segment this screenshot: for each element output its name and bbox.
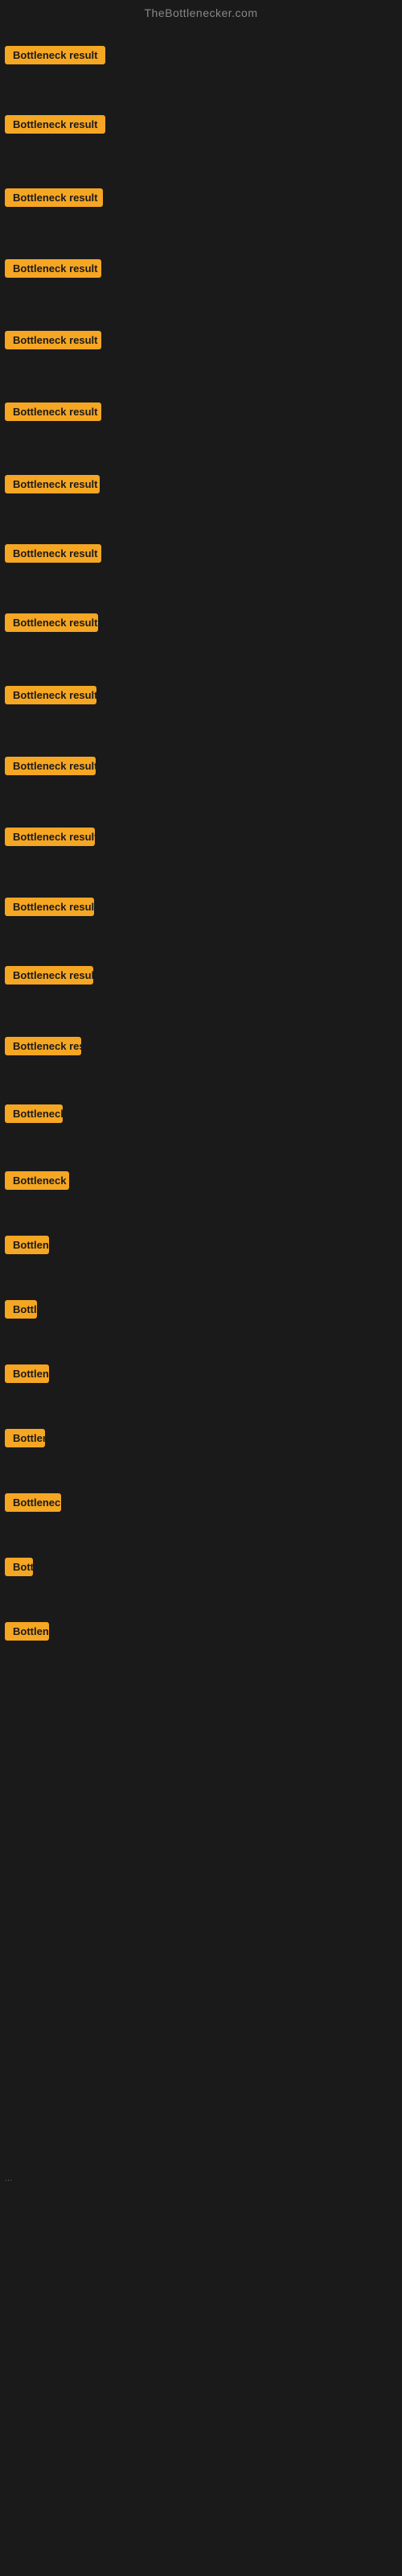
result-item-5: Bottleneck result — [5, 402, 101, 425]
bottleneck-badge-11[interactable]: Bottleneck result — [5, 828, 95, 846]
bottleneck-badge-15[interactable]: Bottleneck — [5, 1104, 63, 1123]
bottleneck-badge-2[interactable]: Bottleneck result — [5, 188, 103, 207]
result-item-14: Bottleneck res — [5, 1037, 81, 1059]
result-item-9: Bottleneck result — [5, 686, 96, 708]
site-header: TheBottlenecker.com — [0, 0, 402, 23]
bottleneck-badge-4[interactable]: Bottleneck result — [5, 331, 101, 349]
result-item-11: Bottleneck result — [5, 828, 95, 850]
bottleneck-badge-17[interactable]: Bottlene — [5, 1236, 49, 1254]
result-item-13: Bottleneck result — [5, 966, 93, 989]
result-item-23: Bottlene — [5, 1622, 49, 1645]
result-item-20: Bottlen — [5, 1429, 45, 1451]
result-item-6: Bottleneck result — [5, 475, 100, 497]
result-item-16: Bottleneck re — [5, 1171, 69, 1194]
result-item-3: Bottleneck result — [5, 259, 101, 282]
bottleneck-badge-13[interactable]: Bottleneck result — [5, 966, 93, 985]
result-item-0: Bottleneck result — [5, 46, 105, 68]
bottleneck-badge-3[interactable]: Bottleneck result — [5, 259, 101, 278]
result-item-21: Bottleneck — [5, 1493, 61, 1516]
result-item-22: Bott — [5, 1558, 33, 1580]
bottleneck-badge-1[interactable]: Bottleneck result — [5, 115, 105, 134]
bottleneck-badge-19[interactable]: Bottlene — [5, 1364, 49, 1383]
result-item-2: Bottleneck result — [5, 188, 103, 211]
result-item-1: Bottleneck result — [5, 115, 105, 138]
bottleneck-badge-14[interactable]: Bottleneck res — [5, 1037, 81, 1055]
ellipsis: ... — [5, 2174, 12, 2183]
result-item-7: Bottleneck result — [5, 544, 101, 567]
result-item-10: Bottleneck result — [5, 757, 96, 779]
result-item-19: Bottlene — [5, 1364, 49, 1387]
bottleneck-badge-6[interactable]: Bottleneck result — [5, 475, 100, 493]
result-item-18: Bottl — [5, 1300, 37, 1323]
result-item-8: Bottleneck result — [5, 613, 98, 636]
bottleneck-badge-10[interactable]: Bottleneck result — [5, 757, 96, 775]
bottleneck-badge-21[interactable]: Bottleneck — [5, 1493, 61, 1512]
result-item-12: Bottleneck result — [5, 898, 94, 920]
result-item-17: Bottlene — [5, 1236, 49, 1258]
bottleneck-badge-18[interactable]: Bottl — [5, 1300, 37, 1319]
bottleneck-badge-7[interactable]: Bottleneck result — [5, 544, 101, 563]
bottleneck-badge-16[interactable]: Bottleneck re — [5, 1171, 69, 1190]
bottleneck-badge-22[interactable]: Bott — [5, 1558, 33, 1576]
bottleneck-badge-0[interactable]: Bottleneck result — [5, 46, 105, 64]
bottleneck-badge-5[interactable]: Bottleneck result — [5, 402, 101, 421]
bottleneck-badge-20[interactable]: Bottlen — [5, 1429, 45, 1447]
bottleneck-badge-12[interactable]: Bottleneck result — [5, 898, 94, 916]
result-item-4: Bottleneck result — [5, 331, 101, 353]
bottleneck-badge-8[interactable]: Bottleneck result — [5, 613, 98, 632]
result-item-15: Bottleneck — [5, 1104, 63, 1127]
bottleneck-badge-9[interactable]: Bottleneck result — [5, 686, 96, 704]
bottleneck-badge-23[interactable]: Bottlene — [5, 1622, 49, 1641]
page-wrapper: TheBottlenecker.com Bottleneck result Bot… — [0, 0, 402, 2576]
